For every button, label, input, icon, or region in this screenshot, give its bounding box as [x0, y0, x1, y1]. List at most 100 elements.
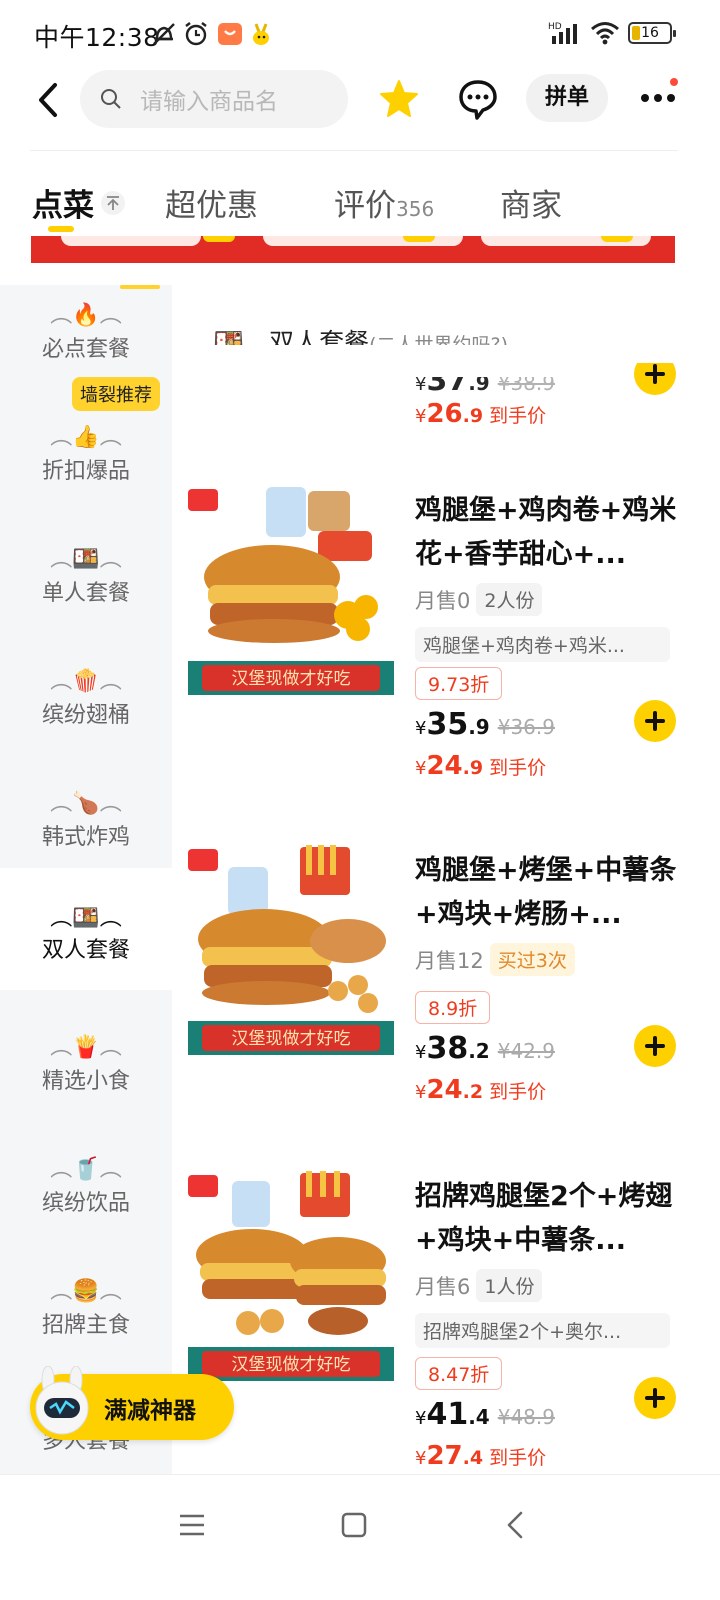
sidebar-item-label: 单人套餐	[41, 581, 130, 606]
rabbit-mascot-icon	[35, 1366, 89, 1435]
price-dec: .9	[468, 715, 490, 739]
more-icon[interactable]	[638, 82, 678, 114]
product-image[interactable]: 汉堡现做才好吃	[188, 1171, 394, 1381]
final-price: ¥ 24 .9 到手价	[415, 751, 546, 781]
group-order-button[interactable]: 拼单	[526, 74, 608, 122]
yen-symbol: ¥	[415, 406, 427, 427]
final-price-dec: .4	[462, 1447, 484, 1469]
tab-order[interactable]: 点菜	[32, 180, 94, 225]
discount-badge: 9.73折	[415, 667, 503, 700]
screen: 中午12:38 HD 16 请输入商品名 拼单 点菜 超优惠 评价356 商家 …	[0, 0, 720, 1600]
pin-top-icon[interactable]	[100, 190, 126, 216]
rabbit-notification-icon	[253, 23, 269, 45]
final-price-dec: .2	[462, 1081, 484, 1103]
discount-helper-button[interactable]: 满减神器	[30, 1366, 234, 1440]
final-price-label: 到手价	[489, 1081, 547, 1103]
price: ¥ 38 .2 ¥42.9	[415, 1031, 555, 1066]
final-price-dec: .9	[462, 757, 484, 779]
fire-icon: ︵🔥︵	[50, 303, 122, 328]
price-int: 35	[426, 707, 469, 742]
tab-reviews[interactable]: 评价356	[334, 180, 434, 225]
back-icon[interactable]	[30, 80, 70, 120]
search-input[interactable]: 请输入商品名	[80, 70, 348, 128]
sidebar-item-label: 精选小食	[41, 1069, 130, 1094]
active-tab-indicator	[48, 226, 74, 232]
price: ¥ 35 .9 ¥36.9	[415, 707, 555, 742]
sidebar-item-wings-bucket[interactable]: ︵🍿︵ 缤纷翅桶	[0, 651, 172, 773]
sidebar-item-single-set[interactable]: ︵🍱︵ 单人套餐	[0, 529, 172, 651]
chat-icon[interactable]	[457, 78, 499, 120]
final-price-label: 到手价	[489, 405, 547, 427]
sidebar-item-drinks[interactable]: ︵🥤︵ 缤纷饮品	[0, 1139, 172, 1261]
sidebar-item-label: 缤纷翅桶	[41, 703, 130, 728]
status-bar: 中午12:38 HD 16	[0, 0, 720, 66]
product-meta: 月售0 2人份	[415, 583, 543, 616]
tab-merchant[interactable]: 商家	[500, 180, 562, 225]
product-title[interactable]: 鸡腿堡+烤堡+中薯条+鸡块+烤肠+...	[415, 849, 685, 937]
review-count: 356	[396, 197, 435, 221]
notification-dot	[670, 78, 678, 86]
product-description: 鸡腿堡+鸡肉卷+鸡米...	[415, 627, 670, 662]
product-title[interactable]: 鸡腿堡+鸡肉卷+鸡米花+香芋甜心+...	[415, 489, 685, 577]
discount-helper-label: 满减神器	[104, 1398, 196, 1424]
product-card[interactable]: 汉堡现做才好吃 鸡腿堡+鸡肉卷+鸡米花+香芋甜心+... 月售0 2人份 鸡腿堡…	[172, 485, 720, 815]
product-banner-text: 汉堡现做才好吃	[232, 669, 351, 689]
price-dec: .4	[468, 1405, 490, 1429]
drink-icon: ︵🥤︵	[50, 1157, 122, 1182]
bento-icon: ︵🍱︵	[50, 547, 122, 572]
battery-level: 16	[641, 25, 659, 41]
home-icon[interactable]	[334, 1505, 374, 1545]
original-price: ¥42.9	[497, 1039, 555, 1063]
wifi-icon	[591, 22, 619, 45]
sidebar-item-label: 必点套餐	[41, 337, 130, 362]
yen-symbol: ¥	[415, 1042, 427, 1063]
sidebar-item-label: 韩式炸鸡	[41, 825, 130, 850]
final-price-label: 到手价	[489, 757, 547, 779]
drumstick-icon: ︵🍗︵	[50, 791, 122, 816]
bento-icon: ︵🍱︵	[50, 906, 122, 931]
sidebar-item-double-set-active[interactable]: ︵🍱︵ 双人套餐	[0, 868, 172, 990]
add-to-cart-button[interactable]	[634, 1377, 676, 1419]
sidebar-item-label: 缤纷饮品	[41, 1191, 130, 1216]
sidebar-item-label: 双人套餐	[41, 938, 130, 963]
divider	[30, 150, 678, 151]
recommend-badge: 墙裂推荐	[72, 377, 160, 411]
tab-reviews-label: 评价	[334, 188, 396, 224]
back-nav-icon[interactable]	[496, 1505, 536, 1545]
thumbs-up-icon: ︵👍︵	[50, 425, 122, 450]
monthly-sales: 月售6	[415, 1274, 471, 1299]
product-card[interactable]: 汉堡现做才好吃 招牌鸡腿堡2个+烤翅+鸡块+中薯条... 月售6 1人份 招牌鸡…	[172, 1171, 720, 1475]
product-image[interactable]: 汉堡现做才好吃	[188, 845, 394, 1055]
product-title[interactable]: 招牌鸡腿堡2个+烤翅+鸡块+中薯条...	[415, 1175, 685, 1263]
monthly-sales: 月售0	[415, 588, 471, 613]
discount-badge: 8.47折	[415, 1357, 503, 1390]
sidebar-item-snacks[interactable]: ︵🍟︵ 精选小食	[0, 1017, 172, 1139]
product-card[interactable]: 汉堡现做才好吃 鸡腿堡+烤堡+中薯条+鸡块+烤肠+... 月售12 买过3次 8…	[172, 845, 720, 1175]
final-price-label: 到手价	[489, 1447, 547, 1469]
yen-symbol: ¥	[415, 1082, 427, 1103]
add-to-cart-button[interactable]	[634, 700, 676, 742]
serving-badge: 2人份	[476, 583, 543, 616]
monthly-sales: 月售12	[415, 948, 484, 973]
alarm-icon	[185, 22, 207, 46]
add-to-cart-button[interactable]	[634, 1025, 676, 1067]
app-notification-icon	[218, 23, 242, 45]
sidebar-item-label: 折扣爆品	[41, 459, 130, 484]
product-image[interactable]: 汉堡现做才好吃	[188, 485, 394, 695]
favorite-star-icon[interactable]	[378, 78, 420, 120]
sidebar-item-signature-main[interactable]: ︵🍔︵ 招牌主食	[0, 1261, 172, 1383]
price-int: 38	[426, 1031, 469, 1066]
promo-banner[interactable]	[31, 236, 675, 263]
sidebar-item-discount[interactable]: ︵👍︵ 折扣爆品 墙裂推荐	[0, 377, 172, 529]
original-price: ¥48.9	[497, 1405, 555, 1429]
popcorn-icon: ︵🍿︵	[50, 669, 122, 694]
final-price-dec: .9	[462, 405, 484, 427]
search-placeholder: 请输入商品名	[140, 89, 278, 115]
mute-bell-icon	[153, 23, 175, 45]
tab-deals[interactable]: 超优惠	[165, 180, 258, 225]
menu-icon[interactable]	[172, 1505, 212, 1545]
final-price-int: 26	[426, 399, 463, 429]
final-price-int: 24	[426, 751, 463, 781]
sidebar-item-label: 招牌主食	[41, 1313, 130, 1338]
status-time: 中午12:38	[34, 23, 160, 52]
